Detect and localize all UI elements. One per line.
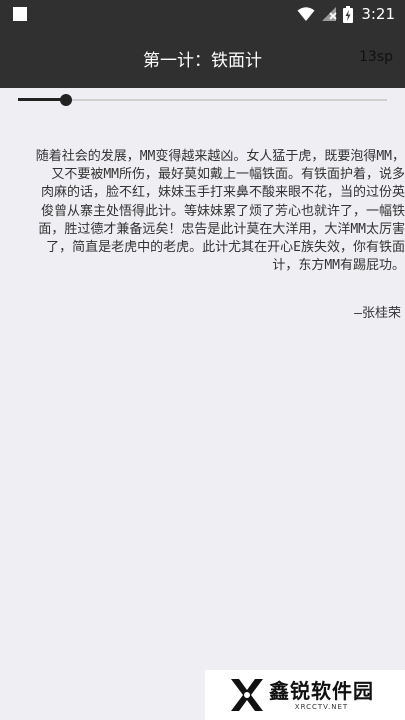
page-title: 第一计：铁面计 — [143, 51, 262, 71]
article-author: —张桂荣 — [354, 306, 401, 321]
no-signal-icon — [322, 7, 337, 21]
watermark: 鑫锐软件园 XRCCTV.NET — [205, 670, 405, 720]
slider-fill — [18, 98, 66, 101]
battery-charging-icon — [343, 5, 354, 23]
slider-track[interactable] — [18, 99, 387, 101]
status-icons: 3:21 — [297, 5, 395, 23]
article-text: 随着社会的发展，MM变得越来越凶。女人猛于虎，既要泡得MM， 又不要被MM所伤，… — [35, 149, 405, 274]
slider-thumb[interactable] — [59, 94, 72, 106]
status-bar: 3:21 — [0, 0, 405, 28]
font-size-slider[interactable] — [18, 92, 387, 108]
xrcctv-logo-icon — [231, 679, 263, 711]
status-time: 3:21 — [361, 5, 395, 23]
watermark-name: 鑫锐软件园 — [269, 679, 374, 703]
font-size-label: 13sp — [359, 49, 393, 65]
watermark-url: XRCCTV.NET — [294, 703, 349, 711]
toolbar: 第一计：铁面计 13sp — [0, 28, 405, 88]
watermark-text: 鑫锐软件园 XRCCTV.NET — [269, 679, 374, 711]
notification-square-icon — [13, 7, 27, 21]
wifi-icon — [297, 7, 315, 21]
